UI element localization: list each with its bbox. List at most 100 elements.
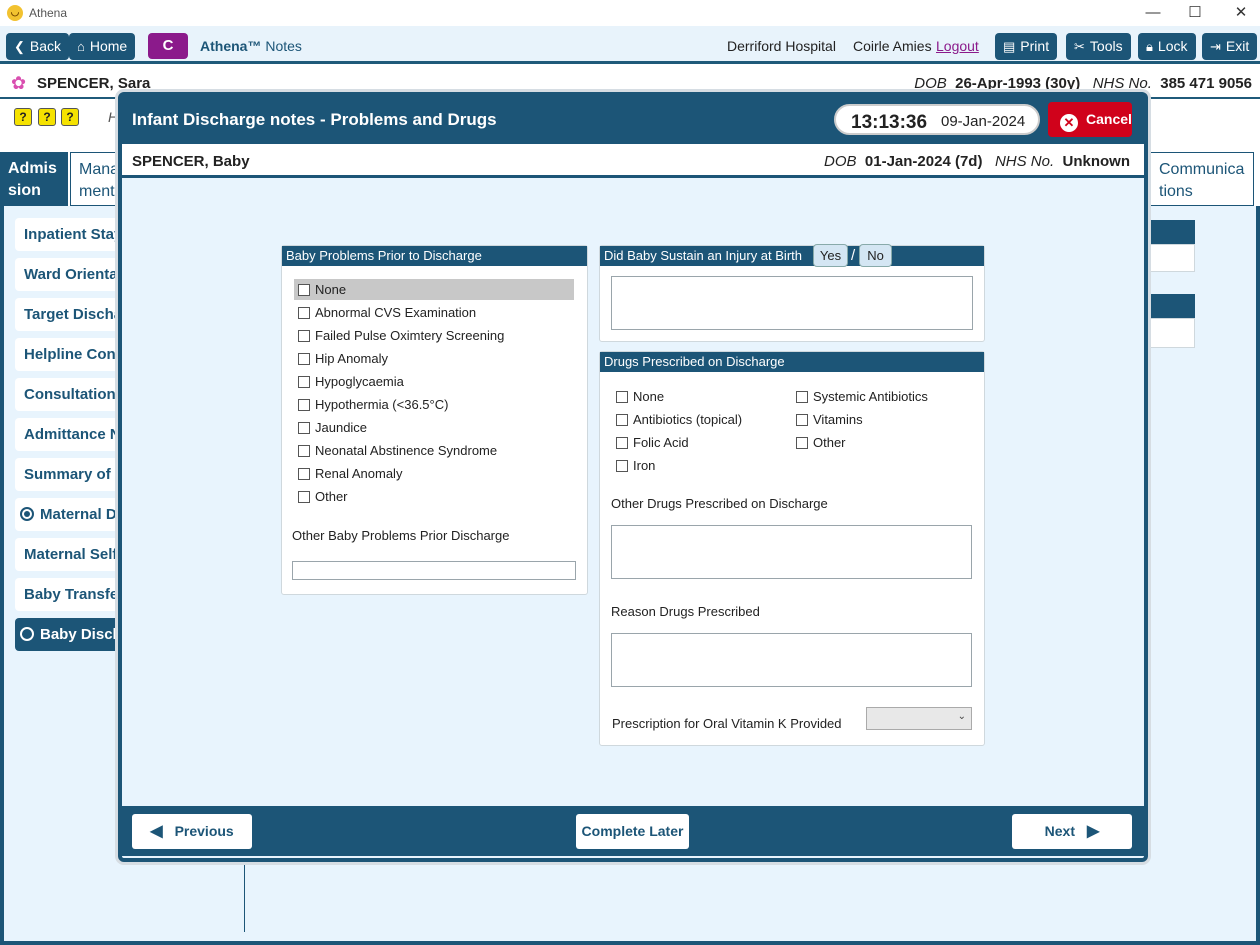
next-button[interactable]: Next ▶: [1012, 814, 1132, 849]
nav-maternal-self[interactable]: Maternal Self: [15, 538, 125, 571]
nav-summary[interactable]: Summary of P: [15, 458, 125, 491]
problem-option-hypoglycaemia[interactable]: Hypoglycaemia: [298, 372, 404, 392]
exit-icon: ⇥: [1210, 39, 1221, 54]
nav-baby-transfer[interactable]: Baby Transfer: [15, 578, 125, 611]
nav-admittance[interactable]: Admittance N: [15, 418, 125, 451]
baby-name: SPENCER, Baby: [132, 153, 250, 170]
help-icon[interactable]: ?: [61, 108, 79, 126]
nav-consultation[interactable]: Consultation I: [15, 378, 125, 411]
print-button[interactable]: ▤ Print: [995, 33, 1058, 60]
nav-target-discharge[interactable]: Target Dischar: [15, 298, 125, 331]
problem-option-label: Failed Pulse Oximtery Screening: [315, 328, 505, 343]
title-bar: ◡ Athena — ☐ ✕: [0, 0, 1260, 26]
problem-option-failed-pulse-oximetry[interactable]: Failed Pulse Oximtery Screening: [298, 326, 504, 346]
problem-option-jaundice[interactable]: Jaundice: [298, 418, 367, 438]
problem-option-label: Hip Anomaly: [315, 351, 388, 366]
baby-dob-label: DOB: [824, 153, 857, 170]
checkbox[interactable]: [796, 391, 808, 403]
cancel-button[interactable]: ✕ Cancel: [1048, 102, 1132, 137]
vitamin-k-label: Prescription for Oral Vitamin K Provided: [612, 716, 842, 731]
logout-link[interactable]: Logout: [936, 38, 979, 54]
problem-option-renal-anomaly[interactable]: Renal Anomaly: [298, 464, 402, 484]
nav-helpline-contact[interactable]: Helpline Cont: [15, 338, 125, 371]
question-icon[interactable]: ?: [38, 108, 56, 126]
other-problems-input[interactable]: [292, 561, 576, 580]
problem-option-other[interactable]: Other: [298, 487, 348, 507]
lock-icon: 🔒︎: [1146, 39, 1153, 54]
checkbox[interactable]: [298, 353, 310, 365]
drug-option-other[interactable]: Other: [796, 433, 846, 453]
tools-label: Tools: [1089, 38, 1123, 54]
app-brand: Athena™ Notes: [200, 38, 302, 54]
printer-icon: ▤: [1003, 39, 1016, 54]
close-window-button[interactable]: ✕: [1226, 2, 1256, 24]
checkbox[interactable]: [298, 399, 310, 411]
reason-drugs-input[interactable]: [611, 633, 972, 687]
problem-option-nas[interactable]: Neonatal Abstinence Syndrome: [298, 441, 497, 461]
checkbox[interactable]: [298, 330, 310, 342]
injury-details-input[interactable]: [611, 276, 973, 330]
checkbox[interactable]: [796, 414, 808, 426]
drug-option-label: Vitamins: [813, 412, 863, 427]
checkbox[interactable]: [298, 307, 310, 319]
drug-option-iron[interactable]: Iron: [616, 456, 655, 476]
home-icon: ⌂: [77, 39, 85, 54]
drug-option-folic-acid[interactable]: Folic Acid: [616, 433, 689, 453]
checkbox[interactable]: [796, 437, 808, 449]
nav-inpatient-stay[interactable]: Inpatient Stay: [15, 218, 125, 251]
drug-option-systemic-antibiotics[interactable]: Systemic Antibiotics: [796, 387, 928, 407]
drug-option-label: None: [633, 389, 665, 404]
checkbox[interactable]: [298, 422, 310, 434]
tools-button[interactable]: ✂ Tools: [1066, 33, 1131, 60]
c-button[interactable]: C: [148, 33, 188, 59]
maximize-button[interactable]: ☐: [1180, 2, 1210, 24]
drug-option-label: Iron: [633, 458, 656, 473]
clock-display: 13:13:36 09-Jan-2024: [834, 104, 1040, 135]
problem-option-hypothermia[interactable]: Hypothermia (<36.5°C): [298, 395, 448, 415]
exit-button[interactable]: ⇥ Exit: [1202, 33, 1258, 60]
checkbox[interactable]: [616, 414, 628, 426]
nav-ward-orientation[interactable]: Ward Orientat: [15, 258, 125, 291]
flower-icon: ✿: [11, 73, 27, 93]
problem-option-label: Neonatal Abstinence Syndrome: [315, 443, 498, 458]
problem-option-abnormal-cvs[interactable]: Abnormal CVS Examination: [298, 303, 476, 323]
checkbox[interactable]: [298, 445, 310, 457]
vitamin-k-select[interactable]: ⌄: [866, 707, 972, 730]
clock-date: 09-Jan-2024: [941, 113, 1026, 130]
injury-yes-button[interactable]: Yes: [813, 244, 848, 267]
checkbox[interactable]: [298, 376, 310, 388]
complete-later-button[interactable]: Complete Later: [576, 814, 689, 849]
lock-button[interactable]: 🔒︎ Lock: [1138, 33, 1196, 60]
drug-option-none[interactable]: None: [616, 387, 664, 407]
checkbox[interactable]: [298, 491, 310, 503]
drug-option-vitamins[interactable]: Vitamins: [796, 410, 863, 430]
tab-management[interactable]: Mana ment: [70, 152, 122, 206]
tab-communications[interactable]: Communica tions: [1150, 152, 1254, 206]
checkbox[interactable]: [616, 391, 628, 403]
previous-button[interactable]: ◀ Previous: [132, 814, 252, 849]
arrow-right-icon: ▶: [1087, 823, 1100, 840]
hospital-name: Derriford Hospital: [727, 38, 836, 54]
other-drugs-input[interactable]: [611, 525, 972, 579]
yes-no-separator: /: [851, 247, 856, 264]
chevron-left-icon: ❮: [14, 39, 25, 54]
checkbox[interactable]: [298, 284, 310, 296]
back-label: Back: [29, 38, 62, 54]
baby-nhs: Unknown: [1062, 153, 1131, 170]
problem-option-label: Renal Anomaly: [315, 466, 403, 481]
checkbox[interactable]: [298, 468, 310, 480]
chevron-down-icon: ⌄: [957, 711, 966, 722]
question-list-icon[interactable]: ?: [14, 108, 32, 126]
checkbox[interactable]: [616, 460, 628, 472]
checkbox[interactable]: [616, 437, 628, 449]
back-button[interactable]: ❮ Back: [6, 33, 70, 60]
drug-option-antibiotics-topical[interactable]: Antibiotics (topical): [616, 410, 742, 430]
injury-no-button[interactable]: No: [859, 244, 892, 267]
brand-suffix: Notes: [265, 38, 302, 54]
problem-option-none[interactable]: None: [298, 280, 346, 300]
tab-admission[interactable]: Admis sion: [0, 152, 68, 206]
problem-option-hip-anomaly[interactable]: Hip Anomaly: [298, 349, 388, 369]
home-button[interactable]: ⌂ Home: [69, 33, 136, 60]
minimize-button[interactable]: —: [1138, 2, 1168, 24]
close-circle-icon: ✕: [1060, 114, 1078, 132]
